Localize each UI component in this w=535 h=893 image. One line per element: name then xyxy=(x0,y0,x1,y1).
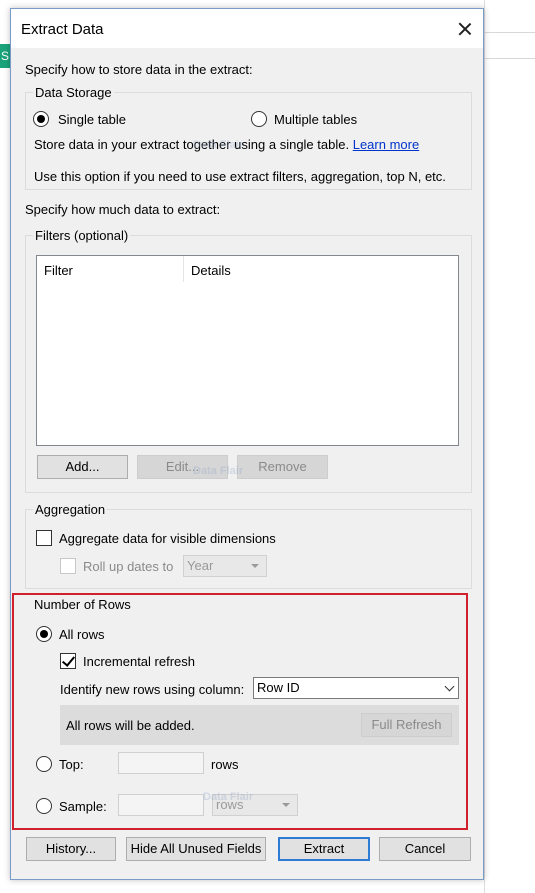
storage-description-text: Store data in your extract together usin… xyxy=(34,137,350,152)
aggregate-checkbox[interactable] xyxy=(36,530,52,546)
top-rows-input[interactable] xyxy=(118,752,204,774)
full-refresh-button[interactable]: Full Refresh xyxy=(361,713,452,737)
dropdown-arrow-icon xyxy=(282,803,290,807)
refresh-info-bar: All rows will be added. Full Refresh xyxy=(60,705,459,745)
background-panel xyxy=(484,0,535,893)
aggregation-group xyxy=(25,509,472,589)
multiple-tables-radio[interactable] xyxy=(251,111,267,127)
filters-label: Filters (optional) xyxy=(33,228,131,243)
rollup-label: Roll up dates to xyxy=(83,559,174,574)
multiple-tables-label[interactable]: Multiple tables xyxy=(274,112,357,127)
background-tab[interactable]: S xyxy=(0,44,10,68)
all-rows-radio[interactable] xyxy=(36,626,52,642)
watermark-logo: Data Flair xyxy=(193,139,244,151)
all-rows-label[interactable]: All rows xyxy=(59,627,105,642)
dialog-title: Extract Data xyxy=(21,21,104,38)
refresh-info-text: All rows will be added. xyxy=(66,718,195,733)
watermark-logo: Data Flair xyxy=(193,465,244,477)
history-button[interactable]: History... xyxy=(26,837,116,861)
rollup-value: Year xyxy=(187,558,214,573)
extract-data-dialog: Extract Data Specify how to store data i… xyxy=(10,8,484,880)
incremental-refresh-checkbox[interactable] xyxy=(60,653,76,669)
sample-input[interactable] xyxy=(118,794,204,816)
cancel-button[interactable]: Cancel xyxy=(379,837,471,861)
single-table-label[interactable]: Single table xyxy=(58,112,126,127)
rollup-select[interactable]: Year xyxy=(183,555,267,577)
details-column-header[interactable]: Details xyxy=(191,263,231,278)
incremental-refresh-label[interactable]: Incremental refresh xyxy=(83,654,195,669)
number-of-rows-label: Number of Rows xyxy=(34,597,131,612)
filters-list[interactable]: Filter Details xyxy=(36,255,459,446)
data-storage-label: Data Storage xyxy=(33,85,114,100)
top-label[interactable]: Top: xyxy=(59,757,84,772)
chevron-down-icon xyxy=(444,681,455,692)
top-unit-label: rows xyxy=(211,757,239,772)
top-rows-radio[interactable] xyxy=(36,756,52,772)
watermark-logo: Data Flair xyxy=(203,791,254,803)
close-icon[interactable] xyxy=(455,19,475,39)
add-filter-button[interactable]: Add... xyxy=(37,455,128,479)
aggregation-label: Aggregation xyxy=(33,502,108,517)
rollup-checkbox[interactable] xyxy=(60,558,76,574)
aggregate-label[interactable]: Aggregate data for visible dimensions xyxy=(59,531,276,546)
learn-more-link[interactable]: Learn more xyxy=(353,137,419,152)
sample-label[interactable]: Sample: xyxy=(59,799,107,814)
column-separator xyxy=(183,256,184,282)
sample-rows-radio[interactable] xyxy=(36,798,52,814)
how-much-text: Specify how much data to extract: xyxy=(25,202,221,217)
intro-text: Specify how to store data in the extract… xyxy=(25,62,253,77)
dropdown-arrow-icon xyxy=(251,564,259,568)
identify-column-value: Row ID xyxy=(257,680,300,695)
remove-filter-button[interactable]: Remove xyxy=(237,455,328,479)
filter-column-header[interactable]: Filter xyxy=(44,263,73,278)
identify-column-label: Identify new rows using column: xyxy=(60,682,245,697)
identify-column-select[interactable]: Row ID xyxy=(253,677,459,699)
extract-button[interactable]: Extract xyxy=(278,837,370,861)
storage-hint: Use this option if you need to use extra… xyxy=(34,169,446,184)
title-bar: Extract Data xyxy=(11,9,483,48)
hide-unused-fields-button[interactable]: Hide All Unused Fields xyxy=(126,837,266,861)
background-divider xyxy=(484,32,535,33)
background-divider xyxy=(484,58,535,59)
single-table-radio[interactable] xyxy=(33,111,49,127)
